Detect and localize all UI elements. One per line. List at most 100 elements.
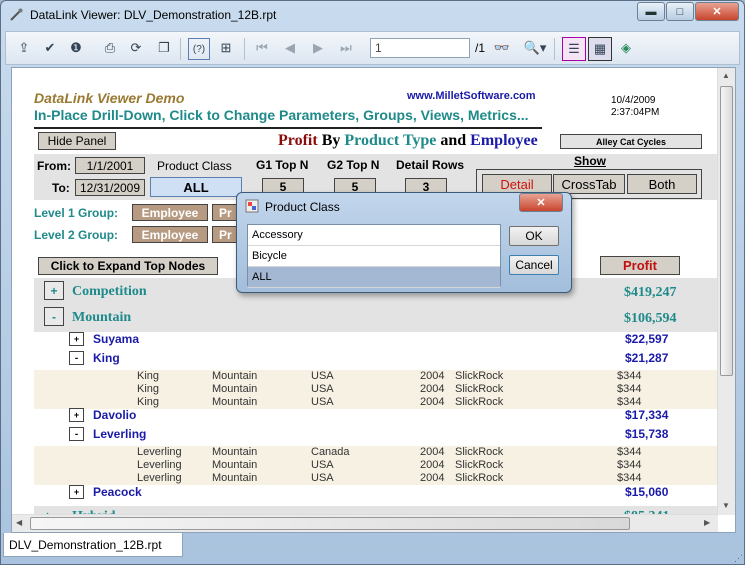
- scroll-left-icon[interactable]: ◀: [16, 518, 22, 527]
- expand-davolio-button[interactable]: +: [69, 408, 84, 422]
- show-detail-button[interactable]: Detail: [482, 174, 552, 194]
- vertical-scrollbar[interactable]: ▲ ▼: [717, 68, 735, 515]
- maximize-button[interactable]: □: [666, 2, 694, 21]
- resize-grip-icon[interactable]: ⋰: [734, 553, 743, 564]
- detail-cell: $344: [617, 370, 642, 382]
- hide-panel-button[interactable]: Hide Panel: [38, 132, 116, 150]
- title-bar[interactable]: DataLink Viewer: DLV_Demonstration_12B.r…: [1, 1, 744, 29]
- subgroup-king[interactable]: King: [93, 351, 120, 365]
- detail-cell: $344: [617, 383, 642, 395]
- detail-cell: 2004: [420, 446, 445, 458]
- dialog-title: Product Class: [265, 200, 340, 214]
- subgroup-peacock[interactable]: Peacock: [93, 485, 142, 499]
- search-binoculars-icon[interactable]: 👓: [492, 38, 512, 58]
- website-link[interactable]: www.MilletSoftware.com: [407, 90, 536, 102]
- g2-label: G2 Top N: [327, 158, 380, 172]
- detail-cell: USA: [311, 383, 334, 395]
- minimize-button[interactable]: ▬: [637, 2, 665, 21]
- group-competition[interactable]: Competition: [72, 284, 147, 300]
- detail-cell: King: [137, 396, 160, 408]
- detail-cell: USA: [311, 396, 334, 408]
- print-setup-icon[interactable]: ✔: [40, 38, 60, 58]
- detail-cell: 2004: [420, 383, 445, 395]
- dialog-close-button[interactable]: ✕: [519, 193, 563, 212]
- expand-competition-button[interactable]: +: [44, 281, 64, 300]
- level2-employee-button[interactable]: Employee: [132, 226, 208, 243]
- product-class-dialog: Product Class ✕ Accessory Bicycle ALL OK…: [236, 192, 572, 293]
- detail-cell: Mountain: [212, 459, 258, 471]
- expand-peacock-button[interactable]: +: [69, 485, 84, 499]
- report-canvas: DataLink Viewer Demo www.MilletSoftware.…: [11, 67, 736, 533]
- expand-suyama-button[interactable]: +: [69, 332, 84, 346]
- title-employee: Employee: [470, 132, 538, 149]
- detail-cell: SlickRock: [455, 446, 504, 458]
- show-crosstab-button[interactable]: CrossTab: [553, 174, 625, 194]
- export-icon[interactable]: ⇪: [14, 38, 34, 58]
- ok-button[interactable]: OK: [509, 226, 559, 246]
- vertical-scroll-thumb[interactable]: [720, 86, 733, 376]
- expand-top-nodes-button[interactable]: Click to Expand Top Nodes: [38, 257, 218, 275]
- cancel-button[interactable]: Cancel: [509, 255, 559, 275]
- detail-cell: 2004: [420, 370, 445, 382]
- show-both-button[interactable]: Both: [627, 174, 697, 194]
- horizontal-scrollbar[interactable]: ◀ ▶: [12, 514, 718, 532]
- page-number-input[interactable]: 1: [370, 38, 470, 58]
- group-tree-icon[interactable]: ⊞: [216, 38, 236, 58]
- window-title: DataLink Viewer: DLV_Demonstration_12B.r…: [30, 8, 277, 22]
- copy-icon[interactable]: ❐: [154, 38, 174, 58]
- scroll-right-icon[interactable]: ▶: [704, 518, 710, 527]
- level1-employee-button[interactable]: Employee: [132, 204, 208, 221]
- detail-cell: Leverling: [137, 459, 182, 471]
- next-page-icon[interactable]: ▶: [308, 38, 328, 58]
- help-icon[interactable]: (?): [188, 38, 210, 60]
- title-by: By: [317, 132, 345, 149]
- scroll-up-icon[interactable]: ▲: [722, 71, 730, 80]
- report-time: 2:37:04PM: [611, 107, 660, 118]
- scroll-down-icon[interactable]: ▼: [722, 501, 730, 510]
- detail-cell: SlickRock: [455, 383, 504, 395]
- from-label: From:: [37, 159, 71, 173]
- group-competition-value: $419,247: [624, 285, 677, 300]
- layout-icon[interactable]: ☰: [562, 37, 586, 61]
- report-tab[interactable]: DLV_Demonstration_12B.rpt: [3, 533, 183, 557]
- last-page-icon[interactable]: ⏭: [336, 38, 356, 58]
- close-button[interactable]: ✕: [695, 2, 739, 21]
- detail-cell: $344: [617, 459, 642, 471]
- report-date: 10/4/2009: [611, 95, 656, 106]
- collapse-mountain-button[interactable]: -: [44, 307, 64, 326]
- group-mountain[interactable]: Mountain: [72, 310, 131, 326]
- from-date-field[interactable]: 1/1/2001: [75, 157, 145, 174]
- collapse-leverling-button[interactable]: -: [69, 427, 84, 441]
- zoom-icon[interactable]: 🔍▾: [520, 38, 550, 58]
- detail-cell: SlickRock: [455, 396, 504, 408]
- subgroup-leverling-value: $15,738: [625, 427, 669, 441]
- detail-cell: 2004: [420, 472, 445, 484]
- page-total: /1: [475, 41, 486, 55]
- print-icon[interactable]: ⎙: [100, 38, 120, 58]
- first-page-icon[interactable]: ⏮: [252, 38, 272, 58]
- to-date-field[interactable]: 12/31/2009: [75, 179, 145, 196]
- title-product-type: Product Type: [344, 132, 437, 149]
- detail-cell: Mountain: [212, 396, 258, 408]
- product-class-field[interactable]: ALL: [150, 177, 242, 197]
- g1-label: G1 Top N: [256, 158, 309, 172]
- grid-icon[interactable]: ▦: [588, 37, 612, 61]
- prev-page-icon[interactable]: ◀: [280, 38, 300, 58]
- print-one-icon[interactable]: ❶: [66, 38, 86, 58]
- profit-column-header: Profit: [600, 256, 680, 275]
- product-class-label: Product Class: [157, 159, 232, 173]
- refresh-icon[interactable]: ⟳: [126, 38, 146, 58]
- subgroup-suyama[interactable]: Suyama: [93, 332, 139, 346]
- option-accessory[interactable]: Accessory: [248, 225, 500, 246]
- horizontal-scroll-thumb[interactable]: [30, 517, 630, 530]
- collapse-king-button[interactable]: -: [69, 351, 84, 365]
- product-class-list[interactable]: Accessory Bicycle ALL: [247, 224, 501, 288]
- subgroup-leverling[interactable]: Leverling: [93, 427, 146, 441]
- option-bicycle[interactable]: Bicycle: [248, 246, 500, 267]
- option-all[interactable]: ALL: [248, 267, 500, 288]
- subgroup-davolio[interactable]: Davolio: [93, 408, 136, 422]
- detail-cell: $344: [617, 446, 642, 458]
- cube-icon[interactable]: ◈: [616, 38, 636, 58]
- detail-cell: USA: [311, 472, 334, 484]
- group-mountain-value: $106,594: [624, 311, 677, 326]
